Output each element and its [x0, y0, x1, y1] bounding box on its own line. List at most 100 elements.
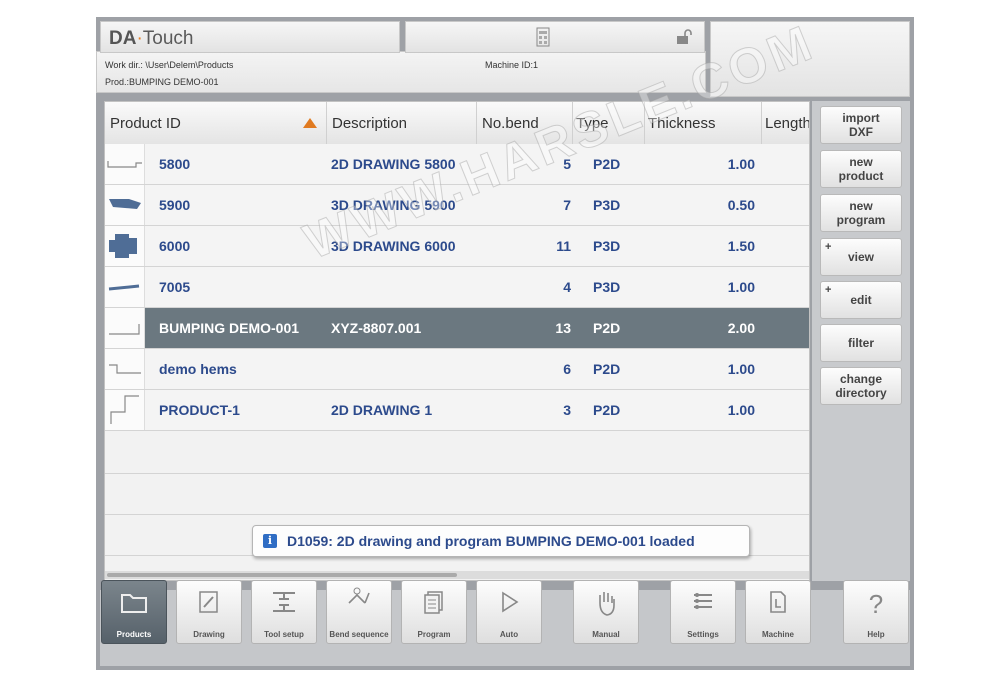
plus-icon: +: [825, 284, 832, 296]
cell-product-id: BUMPING DEMO-001: [159, 320, 300, 336]
cell-product-id: demo hems: [159, 361, 237, 377]
press-tool-icon: [252, 589, 316, 622]
cell-thickness: 0.50: [727, 197, 755, 213]
controller-screen: Work dir.: \User\Delem\Products Prod.:BU…: [96, 13, 914, 670]
cell-thickness: 1.00: [727, 279, 755, 295]
cell-no-bend: 5: [563, 156, 571, 172]
product-thumbnail-icon: [105, 185, 145, 225]
tab-tool-setup[interactable]: Tool setup: [251, 580, 317, 644]
tab-auto[interactable]: Auto: [476, 580, 542, 644]
logo-bar: DA·Touch: [100, 21, 400, 53]
product-thumbnail-icon: [105, 349, 145, 389]
cell-product-id: PRODUCT-1: [159, 402, 240, 418]
table-row[interactable]: 5800 2D DRAWING 5800 5 P2D 1.00: [105, 144, 809, 185]
cell-no-bend: 7: [563, 197, 571, 213]
tab-bend-sequence[interactable]: Bend sequence: [326, 580, 392, 644]
cell-type: P3D: [593, 238, 621, 254]
plus-icon: +: [825, 241, 832, 253]
change-directory-button[interactable]: change directory: [820, 367, 902, 405]
header-right-panel: [710, 21, 910, 97]
filter-button[interactable]: filter: [820, 324, 902, 362]
product-thumbnail-icon: [105, 308, 145, 348]
tab-drawing[interactable]: Drawing: [176, 580, 242, 644]
cell-type: P2D: [593, 402, 621, 418]
table-row[interactable]: 5900 3D DRAWING 5900 7 P3D 0.50: [105, 185, 809, 226]
cell-description: 2D DRAWING 5800: [331, 156, 456, 172]
table-header: Product ID Description No.bend Type Thic…: [105, 102, 809, 145]
table-row[interactable]: 7005 4 P3D 1.00: [105, 267, 809, 308]
cell-description: XYZ-8807.001: [331, 320, 422, 336]
control-panel-icon: [536, 27, 550, 50]
settings-list-icon: [671, 589, 735, 622]
product-thumbnail-icon: [105, 226, 145, 266]
cell-product-id: 7005: [159, 279, 191, 295]
table-row[interactable]: demo hems 6 P2D 1.00: [105, 349, 809, 390]
edit-button[interactable]: + edit: [820, 281, 902, 319]
import-dxf-button[interactable]: import DXF: [820, 106, 902, 144]
table-row[interactable]: BUMPING DEMO-001 XYZ-8807.001 13 P2D 2.00: [105, 308, 809, 349]
table-row[interactable]: PRODUCT-1 2D DRAWING 1 3 P2D 1.00: [105, 390, 809, 431]
cell-no-bend: 11: [556, 238, 571, 254]
cell-description: 2D DRAWING 1: [331, 402, 433, 418]
tab-program[interactable]: Program: [401, 580, 467, 644]
cell-type: P3D: [593, 279, 621, 295]
new-product-button[interactable]: new product: [820, 150, 902, 188]
cell-product-id: 5800: [159, 156, 191, 172]
cell-thickness: 1.50: [727, 238, 755, 254]
scrollbar-thumb[interactable]: [107, 573, 457, 577]
folder-icon: [102, 589, 166, 622]
empty-row: [105, 474, 809, 515]
cell-thickness: 1.00: [727, 156, 755, 172]
empty-row: [105, 433, 809, 474]
column-product-id[interactable]: Product ID: [105, 102, 327, 144]
column-description[interactable]: Description: [327, 102, 477, 144]
info-icon: i: [263, 534, 277, 548]
product-thumbnail-icon: [105, 267, 145, 307]
cell-product-id: 5900: [159, 197, 191, 213]
cell-description: 3D DRAWING 6000: [331, 238, 456, 254]
header-status: [405, 21, 705, 53]
tab-manual[interactable]: Manual: [573, 580, 639, 644]
cell-type: P2D: [593, 320, 621, 336]
status-message: i D1059: 2D drawing and program BUMPING …: [252, 525, 750, 557]
header-left: DA·Touch: [100, 21, 400, 97]
sort-ascending-icon: [303, 118, 317, 128]
cell-thickness: 2.00: [727, 320, 755, 336]
column-thickness[interactable]: Thickness: [645, 102, 762, 144]
play-icon: [477, 589, 541, 622]
cell-thickness: 1.00: [727, 402, 755, 418]
tab-machine[interactable]: Machine: [745, 580, 811, 644]
cell-no-bend: 4: [563, 279, 571, 295]
cell-description: 3D DRAWING 5900: [331, 197, 456, 213]
bend-sequence-icon: [327, 585, 391, 618]
cell-thickness: 1.00: [727, 361, 755, 377]
view-button[interactable]: + view: [820, 238, 902, 276]
product-thumbnail-icon: [105, 390, 145, 430]
hand-icon: [574, 589, 638, 624]
product-table: Product ID Description No.bend Type Thic…: [104, 101, 810, 581]
product-thumbnail-icon: [105, 144, 145, 184]
cell-no-bend: 13: [555, 320, 571, 336]
column-length[interactable]: Length: [762, 102, 809, 144]
tab-help[interactable]: ? Help: [843, 580, 909, 644]
machine-id: Machine ID:1: [485, 60, 539, 70]
cell-type: P2D: [593, 156, 621, 172]
unlock-icon[interactable]: [676, 29, 694, 48]
tab-settings[interactable]: Settings: [670, 580, 736, 644]
cell-no-bend: 3: [563, 402, 571, 418]
logo: DA·Touch: [109, 28, 194, 49]
horizontal-scrollbar[interactable]: [105, 571, 809, 579]
column-no-bend[interactable]: No.bend: [477, 102, 573, 144]
cell-no-bend: 6: [563, 361, 571, 377]
new-program-button[interactable]: new program: [820, 194, 902, 232]
cell-product-id: 6000: [159, 238, 191, 254]
program-pages-icon: [402, 589, 466, 622]
table-row[interactable]: 6000 3D DRAWING 6000 11 P3D 1.50: [105, 226, 809, 267]
tab-products[interactable]: Products: [101, 580, 167, 644]
cell-type: P3D: [593, 197, 621, 213]
help-icon: ?: [868, 589, 884, 619]
machine-icon: [746, 589, 810, 622]
cell-type: P2D: [593, 361, 621, 377]
pencil-icon: [177, 589, 241, 622]
column-type[interactable]: Type: [573, 102, 645, 144]
